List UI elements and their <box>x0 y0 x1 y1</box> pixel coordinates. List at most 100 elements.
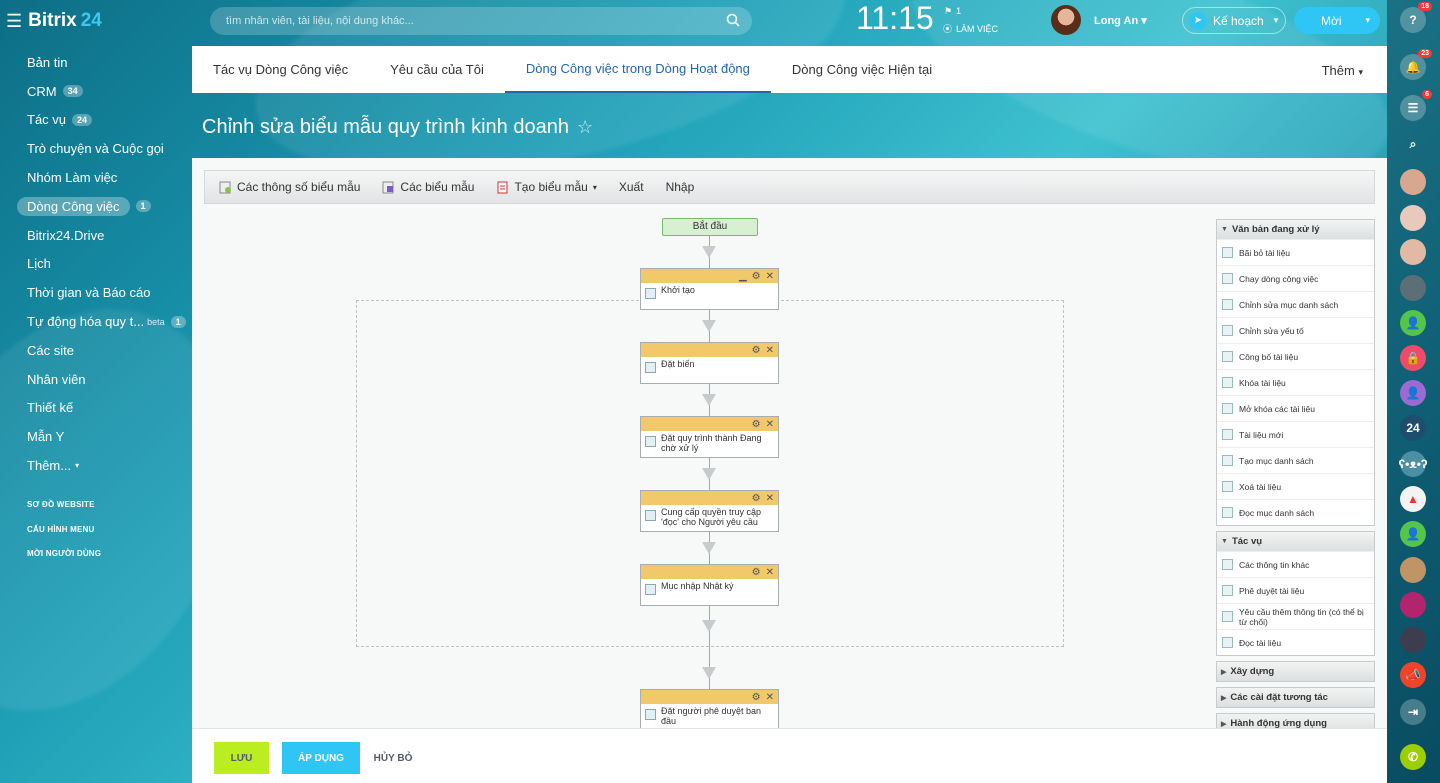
contact-icon[interactable]: 👤 <box>1400 380 1426 406</box>
tab-workflow-tasks[interactable]: Tác vụ Dòng Công việc <box>192 46 369 93</box>
phone-icon[interactable]: ✆ <box>1400 744 1426 770</box>
workflow-activity[interactable]: ⚙ ✕ Đặt biến <box>640 342 779 384</box>
activity-group-header[interactable]: ▶ Xây dựng <box>1217 662 1374 681</box>
sidebar-item[interactable]: Thiết kế <box>0 394 192 423</box>
workflow-activity[interactable]: ▁ ⚙ ✕ Khởi tạo <box>640 268 779 310</box>
megaphone-icon[interactable]: 📣 <box>1400 662 1426 688</box>
contact-avatar[interactable] <box>1400 627 1426 653</box>
search-input[interactable] <box>226 15 706 27</box>
gear-icon[interactable]: ⚙ <box>752 692 761 703</box>
activity-item[interactable]: Tạo mục danh sách <box>1217 447 1374 473</box>
tab-workflows-in-feed[interactable]: Dòng Công việc trong Dòng Hoạt động <box>504 46 771 93</box>
clock[interactable]: 11:15 <box>856 0 934 37</box>
drop-arrow[interactable] <box>702 468 716 480</box>
sidebar-item[interactable]: Bitrix24.Drive <box>0 221 192 250</box>
activity-item[interactable]: Xoá tài liệu <box>1217 473 1374 499</box>
drop-arrow[interactable] <box>702 394 716 406</box>
menu-icon[interactable]: ☰ <box>6 11 22 32</box>
apply-button[interactable]: ÁP DỤNG <box>282 742 360 774</box>
contact-avatar[interactable] <box>1400 205 1426 231</box>
search-icon[interactable]: ⌕ <box>1400 131 1426 157</box>
gear-icon[interactable]: ⚙ <box>752 493 761 504</box>
contact-avatar[interactable] <box>1400 592 1426 618</box>
create-template-button[interactable]: Tạo biểu mẫu ▾ <box>496 180 597 194</box>
export-button[interactable]: Xuất <box>619 180 644 194</box>
sidebar-item[interactable]: Trò chuyện và Cuộc gọi <box>0 134 192 163</box>
invite-button[interactable]: Mời ▾ <box>1294 7 1380 34</box>
activity-item[interactable]: Chỉnh sửa yếu tố <box>1217 317 1374 343</box>
activity-item[interactable]: Công bố tài liệu <box>1217 343 1374 369</box>
gear-icon[interactable]: ⚙ <box>752 271 761 282</box>
activity-item[interactable]: Tài liệu mới <box>1217 421 1374 447</box>
search-icon[interactable] <box>726 13 740 27</box>
workflow-activity[interactable]: ⚙ ✕ Mục nhập Nhật ký <box>640 564 779 606</box>
contact-avatar[interactable] <box>1400 275 1426 301</box>
sidebar-item[interactable]: Thêm... ▾ <box>0 451 192 480</box>
user-menu[interactable]: Long An ▾ <box>1094 14 1147 27</box>
close-icon[interactable]: ✕ <box>766 419 774 430</box>
sidebar-item[interactable]: Mẫn Y <box>0 422 192 451</box>
import-button[interactable]: Nhập <box>666 180 695 194</box>
crm-contact-icon[interactable]: 👤 <box>1400 521 1426 547</box>
sidebar-item[interactable]: Dòng Công việc 1 <box>0 192 192 221</box>
sidebar-item[interactable]: Nhóm Làm việc <box>0 163 192 192</box>
activity-group-header[interactable]: ▼ Văn bản đang xử lý <box>1217 220 1374 239</box>
sidebar-item[interactable]: Thời gian và Báo cáo <box>0 278 192 307</box>
activity-item[interactable]: Mở khóa các tài liệu <box>1217 395 1374 421</box>
activity-item[interactable]: Chạy dòng công việc <box>1217 265 1374 291</box>
close-icon[interactable]: ✕ <box>766 271 774 282</box>
activity-item[interactable]: Chỉnh sửa mục danh sách <box>1217 291 1374 317</box>
gear-icon[interactable]: ⚙ <box>752 567 761 578</box>
activity-group-header[interactable]: ▶ Các cài đặt tương tác <box>1217 688 1374 707</box>
sidebar-item[interactable]: Tự động hóa quy t... beta 1 <box>0 307 192 336</box>
template-params-button[interactable]: Các thông số biểu mẫu <box>219 180 360 194</box>
drop-arrow[interactable] <box>702 620 716 632</box>
sitemap-link[interactable]: SƠ ĐỒ WEBSITE <box>27 496 101 521</box>
tab-my-requests[interactable]: Yêu cầu của Tôi <box>369 46 505 93</box>
save-button[interactable]: LƯU <box>214 742 269 774</box>
activity-item[interactable]: Khóa tài liệu <box>1217 369 1374 395</box>
drop-arrow[interactable] <box>702 320 716 332</box>
plan-button[interactable]: ➤ Kế hoạch ▾ <box>1182 7 1286 34</box>
activity-item[interactable]: Đọc tài liệu <box>1217 629 1374 655</box>
activity-item[interactable]: Bãi bỏ tài liệu <box>1217 239 1374 265</box>
b24-icon[interactable]: 24 <box>1400 415 1426 441</box>
chat-icon[interactable]: ☰ 6 <box>1400 90 1432 121</box>
activity-item[interactable]: Các thông tin khác <box>1217 551 1374 577</box>
help-icon[interactable]: ? 18 <box>1400 2 1432 33</box>
tabs-more-button[interactable]: Thêm ▾ <box>1322 63 1363 78</box>
drop-arrow[interactable] <box>702 542 716 554</box>
sidebar-item[interactable]: Tác vụ 24 <box>0 106 192 135</box>
bear-icon[interactable]: ʕ•ᴥ•ʔ <box>1398 451 1428 477</box>
invite-users-link[interactable]: MỜI NGƯỜI DÙNG <box>27 545 101 570</box>
cancel-button[interactable]: HỦY BỎ <box>368 742 418 774</box>
sidebar-item[interactable]: Các site <box>0 336 192 365</box>
exit-icon[interactable]: ⇥ <box>1400 699 1426 725</box>
workflow-activity[interactable]: ⚙ ✕ Đặt quy trình thành Đang chờ xử lý <box>640 416 779 458</box>
contact-avatar[interactable] <box>1400 239 1426 265</box>
flag-counter[interactable]: ⚑ 1 <box>944 4 961 18</box>
lock-icon[interactable]: 🔒 <box>1400 345 1426 371</box>
sidebar-item[interactable]: Nhân viên <box>0 365 192 394</box>
workflow-activity[interactable]: ⚙ ✕ Cung cấp quyền truy cập 'đọc' cho Ngườ… <box>640 490 779 532</box>
sidebar-item[interactable]: Lịch <box>0 250 192 279</box>
bell-icon[interactable]: 🔔 23 <box>1400 49 1432 80</box>
close-icon[interactable]: ✕ <box>766 493 774 504</box>
close-icon[interactable]: ✕ <box>766 692 774 703</box>
workflow-activity[interactable]: ⚙ ✕ Đặt người phê duyệt ban đầu <box>640 689 779 731</box>
close-icon[interactable]: ✕ <box>766 345 774 356</box>
user-avatar[interactable] <box>1051 5 1081 35</box>
work-status[interactable]: ⦿ LÀM VIỆC <box>943 22 998 35</box>
logo[interactable]: ☰ Bitrix 24 <box>6 10 102 32</box>
activity-item[interactable]: Phê duyệt tài liệu <box>1217 577 1374 603</box>
sidebar-item[interactable]: Bản tin <box>0 48 192 77</box>
crm-contact-icon[interactable]: 👤 <box>1400 310 1426 336</box>
close-icon[interactable]: ✕ <box>766 567 774 578</box>
contact-avatar[interactable] <box>1400 169 1426 195</box>
activity-item[interactable]: Yêu cầu thêm thông tin (có thể bị từ chố… <box>1217 603 1374 629</box>
contact-avatar[interactable] <box>1400 557 1426 583</box>
start-node[interactable]: Bắt đầu <box>662 218 758 236</box>
minimize-icon[interactable]: ▁ <box>739 271 747 282</box>
gear-icon[interactable]: ⚙ <box>752 419 761 430</box>
tab-current-workflows[interactable]: Dòng Công việc Hiện tại <box>771 46 953 93</box>
